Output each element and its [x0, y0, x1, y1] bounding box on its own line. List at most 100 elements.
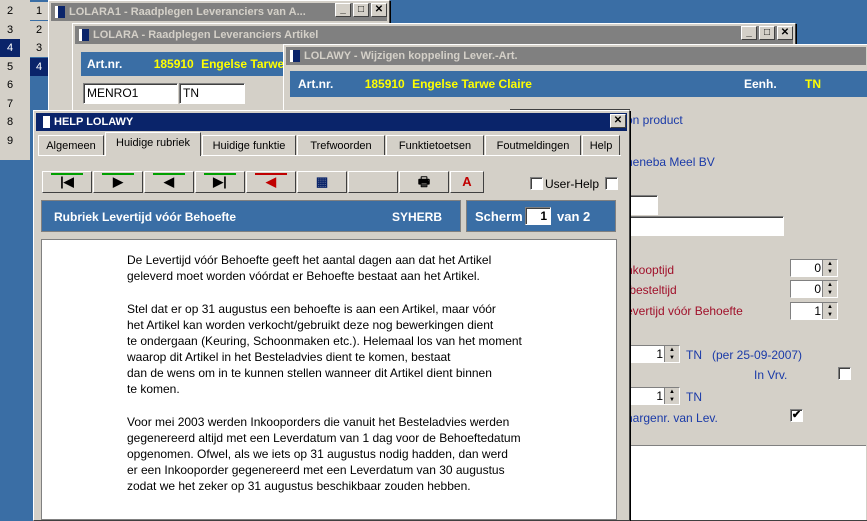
user-help-checkbox-2[interactable] [605, 177, 618, 190]
row-number: 6 [6, 79, 14, 91]
app-icon [55, 6, 65, 18]
unit-value: TN [805, 77, 821, 91]
last-page-button[interactable]: ▶| [195, 171, 245, 193]
qty1-note: (per 25-09-2007) [712, 348, 803, 362]
help-window: HELP LOLAWY ✕ Algemeen Huidige rubriek Hui… [33, 110, 630, 521]
chargenr-label: hargenr. van Lev. [626, 411, 718, 425]
artnr-value: 185910 [364, 77, 405, 91]
supplier-code-field[interactable]: MENRO1 [83, 83, 178, 104]
first-page-button[interactable]: |◀ [42, 171, 92, 193]
article-name: Engelse Tarwe [201, 57, 285, 71]
app-icon [40, 116, 50, 128]
help-window-titlebar[interactable]: HELP LOLAWY [36, 113, 627, 131]
window-title: LOLARA1 - Raadplegen Leveranciers van A.… [69, 6, 306, 18]
close-button[interactable]: ✕ [371, 3, 387, 17]
row-number: 2 [6, 5, 14, 17]
tab-help[interactable]: Help [582, 135, 620, 155]
artnr-label: Art.nr. [87, 57, 123, 71]
rubriek-code: SYHERB [392, 210, 443, 224]
product-label: on product [626, 113, 683, 127]
row-number: 4 [0, 39, 20, 57]
tab-funktietoetsen[interactable]: Funktietoetsen [386, 135, 484, 155]
back-button[interactable]: ◀ [246, 171, 296, 193]
help-text: De Levertijd vóór Behoefte geeft het aan… [127, 252, 607, 511]
row-number: 3 [30, 39, 48, 57]
print-button[interactable]: 🖶 [399, 171, 449, 193]
row-number: 1 [30, 2, 48, 20]
help-text-area: De Levertijd vóór Behoefte geeft het aan… [41, 239, 617, 520]
window-title: LOLAWY - Wijzigen koppeling Lever.-Art. [304, 50, 518, 62]
spin-arrows-icon[interactable]: ▲ ▼ [822, 303, 837, 319]
printer-icon: 🖶 [417, 174, 431, 189]
row-number: 5 [6, 60, 14, 73]
afbesteltijd-spinner[interactable]: 0 ▲ ▼ [790, 280, 838, 298]
app-icon [290, 50, 300, 62]
row-number: 7 [6, 97, 14, 110]
maximize-button[interactable]: □ [759, 26, 775, 40]
article-header: Art.nr. 185910 Engelse Tarwe Claire Eenh… [290, 71, 867, 97]
window-lolara-titlebar[interactable]: LOLARA - Raadplegen Leveranciers Artikel [75, 26, 793, 44]
minimize-button[interactable]: _ [741, 26, 757, 40]
unit-label: Eenh. [744, 77, 777, 91]
close-button[interactable]: ✕ [610, 114, 626, 128]
tab-algemeen[interactable]: Algemeen [38, 135, 104, 155]
scherm-label: Scherm [475, 209, 523, 224]
spin-arrows-icon[interactable]: ▲ ▼ [822, 260, 837, 276]
artnr-label: Art.nr. [298, 77, 334, 91]
user-help-checkbox[interactable] [530, 177, 543, 190]
close-button[interactable]: ✕ [777, 26, 793, 40]
window-title: LOLARA - Raadplegen Leveranciers Artikel [93, 29, 319, 41]
text-field-2[interactable] [626, 216, 784, 236]
in-vrv-label: In Vrv. [754, 368, 788, 382]
levertijd-label: evertijd vóór Behoefte [626, 304, 743, 318]
scherm-band: Scherm 1 van 2 [466, 200, 616, 232]
tab-foutmeldingen[interactable]: Foutmeldingen [485, 135, 581, 155]
spin-arrows-icon[interactable]: ▲ ▼ [664, 388, 679, 404]
row-number: 3 [6, 23, 14, 36]
maximize-button[interactable]: □ [353, 3, 369, 17]
qty2-unit: TN [686, 390, 702, 404]
calculator-icon: ▦ [315, 174, 329, 189]
help-paragraph: Voor mei 2003 werden Inkooporders die va… [127, 415, 521, 493]
in-vrv-checkbox[interactable] [838, 367, 851, 380]
rubriek-band: Rubriek Levertijd vóór Behoefte SYHERB [41, 200, 461, 232]
inkooptijd-spinner[interactable]: 0 ▲ ▼ [790, 259, 838, 277]
tab-huidige-rubriek[interactable]: Huidige rubriek [105, 132, 201, 156]
text-field-1[interactable] [626, 195, 658, 215]
window-lolawy-titlebar[interactable]: LOLAWY - Wijzigen koppeling Lever.-Art. [286, 47, 866, 65]
scherm-van: van 2 [557, 209, 591, 224]
article-name: Engelse Tarwe Claire [412, 77, 532, 91]
search-help-icon: A [462, 174, 472, 189]
row-number: 8 [6, 116, 14, 128]
spin-arrows-icon[interactable]: ▲ ▼ [664, 346, 679, 362]
artnr-value: 185910 [153, 57, 194, 71]
previous-page-button[interactable]: ◀ [144, 171, 194, 193]
help-paragraph: Stel dat er op 31 augustus een behoefte … [127, 302, 522, 396]
row-number: 9 [6, 134, 14, 147]
qty1-unit: TN [686, 348, 702, 362]
scherm-field[interactable]: 1 [525, 207, 551, 225]
minimize-button[interactable]: _ [335, 3, 351, 17]
background-grid: 234567891234 [0, 0, 48, 160]
user-help-label: User-Help [545, 177, 600, 191]
levertijd-spinner[interactable]: 1 ▲ ▼ [790, 302, 838, 320]
spin-arrows-icon[interactable]: ▲ ▼ [822, 281, 837, 297]
unit-field[interactable]: TN [179, 83, 245, 104]
grid-area [626, 445, 866, 520]
tab-trefwoorden[interactable]: Trefwoorden [297, 135, 385, 155]
blank-button[interactable] [348, 171, 398, 193]
window-title: HELP LOLAWY [54, 116, 134, 128]
quantity-spinner-1[interactable]: 1 ▲ ▼ [626, 345, 680, 363]
quantity-spinner-2[interactable]: 1 ▲ ▼ [626, 387, 680, 405]
chargenr-checkbox[interactable]: ✔ [790, 409, 803, 422]
app-icon [79, 29, 89, 41]
row-number: 4 [30, 57, 48, 76]
next-page-button[interactable]: ▶ [93, 171, 143, 193]
supplier-name: neneba Meel BV [626, 155, 715, 169]
inkooptijd-label: nkooptijd [626, 263, 675, 277]
calculator-button[interactable]: ▦ [297, 171, 347, 193]
rubriek-label: Rubriek Levertijd vóór Behoefte [54, 210, 237, 224]
afbesteltijd-label: fbesteltijd [626, 283, 677, 297]
tab-huidige-funktie[interactable]: Huidige funktie [202, 135, 296, 155]
search-help-button[interactable]: A [450, 171, 484, 193]
